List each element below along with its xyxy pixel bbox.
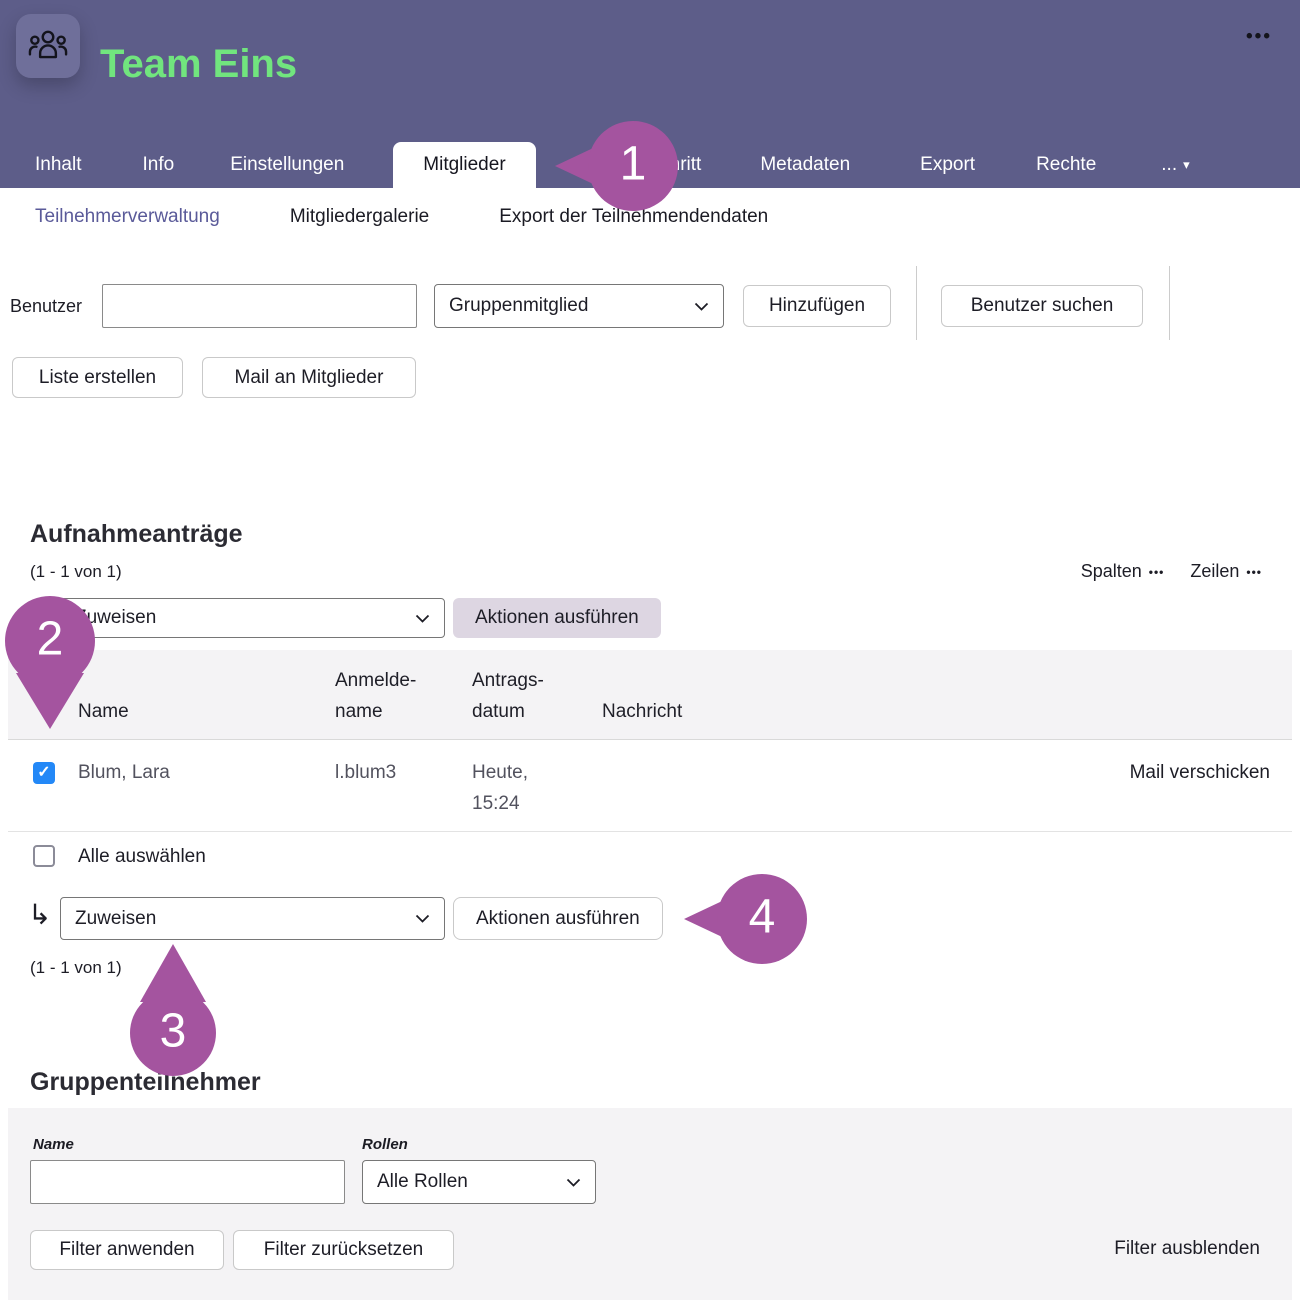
liste-erstellen-button[interactable]: Liste erstellen [12,357,183,398]
marker-number: 4 [749,889,776,944]
tab-info[interactable]: Info [142,142,174,188]
marker-pin-left-icon [680,872,812,968]
benutzer-input[interactable] [102,284,417,328]
filter-zuruecksetzen-button[interactable]: Filter zurücksetzen [233,1230,454,1270]
column-header-anmeldename[interactable]: Anmelde-name [335,665,435,727]
chevron-down-icon: ▾ [1183,157,1190,173]
mail-an-mitglieder-button[interactable]: Mail an Mitglieder [202,357,416,398]
marker-number: 3 [160,1003,187,1058]
step-marker-4: 4 [680,872,812,968]
aktionen-ausfuehren-button-top[interactable]: Aktionen ausführen [453,598,661,638]
chevron-down-icon [566,1178,581,1187]
zuweisen-select-top[interactable]: Zuweisen [60,598,445,638]
section-title-aufnahmeantraege: Aufnahmeanträge [30,520,243,549]
row-checkbox[interactable] [33,762,55,784]
spalten-dots-icon: ••• [1149,565,1165,579]
page: Team Eins ••• Inhalt Info Einstellungen … [0,0,1300,1300]
page-title: Team Eins [100,42,297,87]
table-row: Blum, Lara l.blum3 Heute, 15:24 Mail ver… [8,740,1292,832]
role-select[interactable]: Gruppenmitglied [434,284,724,328]
tab-mitglieder[interactable]: Mitglieder [393,142,535,188]
tab-rechte[interactable]: Rechte [1036,142,1096,188]
step-marker-1: 1 [551,119,681,214]
zeilen-menu[interactable]: Zeilen ••• [1190,561,1262,582]
zuweisen-select-bottom-value: Zuweisen [75,908,156,930]
marker-pin-left-icon [551,119,681,214]
table-header-row: Name Anmelde-name Antrags-datum Nachrich… [8,650,1292,740]
select-all-checkbox[interactable] [33,845,55,867]
table-menus: Spalten ••• Zeilen ••• [1081,561,1262,582]
cell-login: l.blum3 [335,757,396,788]
filter-name-input[interactable] [30,1160,345,1204]
group-icon [16,14,80,78]
hinzufuegen-button[interactable]: Hinzufügen [743,285,891,327]
chevron-down-icon [415,614,430,623]
header-overflow-menu-icon[interactable]: ••• [1246,26,1272,48]
step-marker-2: 2 [2,593,98,733]
rollen-select-value: Alle Rollen [377,1171,468,1193]
zuweisen-select-bottom[interactable]: Zuweisen [60,897,445,940]
spalten-menu[interactable]: Spalten ••• [1081,561,1165,582]
marker-number: 2 [37,611,64,666]
tab-einstellungen[interactable]: Einstellungen [230,142,344,188]
column-header-antragsdatum[interactable]: Antrags-datum [472,665,564,727]
role-select-value: Gruppenmitglied [449,295,588,317]
filter-rollen-label: Rollen [362,1136,408,1153]
tab-metadaten[interactable]: Metadaten [760,142,850,188]
marker-number: 1 [620,136,647,191]
filter-anwenden-button[interactable]: Filter anwenden [30,1230,224,1270]
apply-to-selection-arrow-icon: ↳ [28,898,51,931]
chevron-down-icon [415,914,430,923]
people-group-icon [27,25,69,67]
divider [1169,266,1170,340]
benutzer-label: Benutzer [10,284,82,328]
tab-export[interactable]: Export [920,142,975,188]
zeilen-label: Zeilen [1190,561,1239,582]
cell-name: Blum, Lara [78,757,170,788]
step-marker-3: 3 [128,940,218,1077]
zeilen-dots-icon: ••• [1246,565,1262,579]
subnav-teilnehmerverwaltung[interactable]: Teilnehmerverwaltung [35,206,220,228]
chevron-down-icon [694,302,709,311]
subnav-mitgliedergalerie[interactable]: Mitgliedergalerie [290,206,429,228]
spalten-label: Spalten [1081,561,1142,582]
tab-inhalt[interactable]: Inhalt [35,142,81,188]
select-all-label: Alle auswählen [78,846,206,868]
tab-more-label: ... [1161,154,1177,176]
mail-verschicken-link[interactable]: Mail verschicken [1130,757,1270,788]
result-count: (1 - 1 von 1) [30,562,122,582]
divider [916,266,917,340]
filter-panel: Name Rollen Alle Rollen Filter anwenden … [8,1108,1292,1300]
aktionen-ausfuehren-button-bottom[interactable]: Aktionen ausführen [453,897,663,940]
result-count-bottom: (1 - 1 von 1) [30,958,122,978]
filter-name-label: Name [33,1136,74,1153]
rollen-select[interactable]: Alle Rollen [362,1160,596,1204]
tab-more[interactable]: ... ▾ [1161,142,1189,188]
column-header-nachricht[interactable]: Nachricht [602,696,682,727]
cell-date: Heute, 15:24 [472,757,567,819]
benutzer-suchen-button[interactable]: Benutzer suchen [941,285,1143,327]
filter-ausblenden-link[interactable]: Filter ausblenden [1114,1238,1260,1260]
